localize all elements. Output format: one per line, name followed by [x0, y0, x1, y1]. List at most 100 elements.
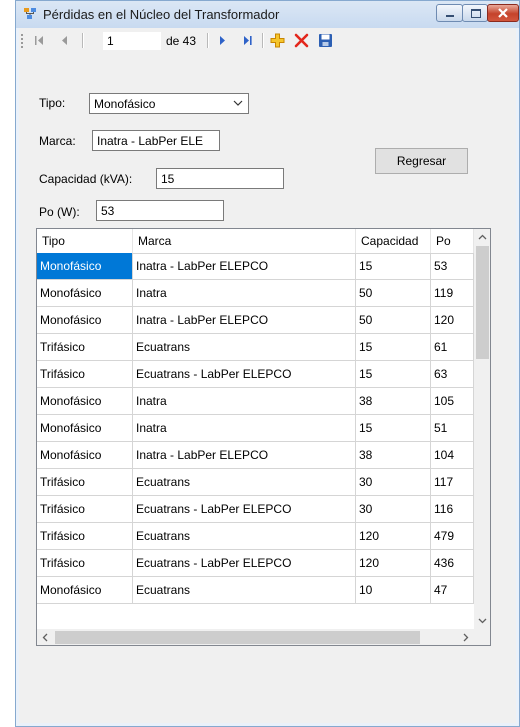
cell-tipo[interactable]: Trifásico [37, 361, 133, 387]
table-row[interactable]: Trifásico Ecuatrans - LabPer ELEPCO 30 116 [37, 496, 474, 523]
table-row[interactable]: Trifásico Ecuatrans - LabPer ELEPCO 15 63 [37, 361, 474, 388]
cell-po[interactable]: 63 [431, 361, 474, 387]
cell-marca[interactable]: Ecuatrans - LabPer ELEPCO [133, 496, 356, 522]
cell-po[interactable]: 479 [431, 523, 474, 549]
table-row[interactable]: Monofásico Inatra - LabPer ELEPCO 38 104 [37, 442, 474, 469]
cell-marca[interactable]: Ecuatrans - LabPer ELEPCO [133, 550, 356, 576]
cell-po[interactable]: 53 [431, 253, 474, 279]
table-row[interactable]: Trifásico Ecuatrans 30 117 [37, 469, 474, 496]
cell-marca[interactable]: Inatra [133, 388, 356, 414]
scroll-up-icon[interactable] [474, 229, 491, 246]
title-bar[interactable]: Pérdidas en el Núcleo del Transformador [16, 1, 519, 28]
cell-capacidad[interactable]: 30 [356, 469, 431, 495]
cell-po[interactable]: 104 [431, 442, 474, 468]
cell-marca[interactable]: Ecuatrans - LabPer ELEPCO [133, 361, 356, 387]
move-next-icon[interactable] [214, 32, 231, 49]
minimize-icon [446, 15, 454, 17]
cell-tipo[interactable]: Monofásico [37, 388, 133, 414]
move-last-icon[interactable] [239, 32, 256, 49]
cell-tipo[interactable]: Trifásico [37, 523, 133, 549]
cell-tipo[interactable]: Trifásico [37, 550, 133, 576]
marca-textbox[interactable]: Inatra - LabPer ELE [92, 130, 220, 151]
cell-po[interactable]: 61 [431, 334, 474, 360]
cell-marca[interactable]: Inatra [133, 415, 356, 441]
cell-capacidad[interactable]: 50 [356, 280, 431, 306]
cell-tipo[interactable]: Trifásico [37, 334, 133, 360]
cell-marca[interactable]: Ecuatrans [133, 523, 356, 549]
column-header-po[interactable]: Po [431, 229, 474, 253]
cell-tipo[interactable]: Trifásico [37, 469, 133, 495]
cell-tipo[interactable]: Trifásico [37, 496, 133, 522]
minimize-button[interactable] [436, 4, 463, 22]
cell-tipo[interactable]: Monofásico [37, 280, 133, 306]
cell-tipo[interactable]: Monofásico [37, 307, 133, 333]
po-textbox[interactable]: 53 [96, 200, 224, 221]
cell-marca[interactable]: Ecuatrans [133, 577, 356, 603]
cell-capacidad[interactable]: 10 [356, 577, 431, 603]
close-button[interactable] [487, 4, 519, 22]
move-previous-icon[interactable] [56, 32, 73, 49]
horizontal-scrollbar[interactable] [37, 629, 474, 646]
table-row[interactable]: Monofásico Inatra - LabPer ELEPCO 15 53 [37, 253, 474, 280]
cell-po[interactable]: 105 [431, 388, 474, 414]
horizontal-scroll-thumb[interactable] [55, 631, 420, 644]
cell-tipo[interactable]: Monofásico [37, 442, 133, 468]
tipo-combobox[interactable]: Monofásico [89, 93, 249, 114]
column-header-marca[interactable]: Marca [133, 229, 356, 253]
delete-icon[interactable] [293, 32, 310, 49]
add-new-icon[interactable] [269, 32, 286, 49]
cell-capacidad[interactable]: 120 [356, 523, 431, 549]
vertical-scroll-thumb[interactable] [476, 246, 489, 359]
column-header-capacidad[interactable]: Capacidad [356, 229, 431, 253]
scroll-left-icon[interactable] [37, 629, 54, 646]
table-row[interactable]: Monofásico Inatra 15 51 [37, 415, 474, 442]
vertical-scrollbar[interactable] [474, 229, 491, 629]
cell-marca[interactable]: Inatra [133, 280, 356, 306]
cell-po[interactable]: 120 [431, 307, 474, 333]
cell-po[interactable]: 119 [431, 280, 474, 306]
cell-capacidad[interactable]: 38 [356, 442, 431, 468]
maximize-button[interactable] [462, 4, 488, 22]
cell-po[interactable]: 117 [431, 469, 474, 495]
cell-tipo[interactable]: Monofásico [37, 415, 133, 441]
cell-po[interactable]: 116 [431, 496, 474, 522]
main-window: Pérdidas en el Núcleo del Transformador … [15, 0, 520, 727]
move-first-icon[interactable] [31, 32, 48, 49]
table-row[interactable]: Trifásico Ecuatrans 15 61 [37, 334, 474, 361]
table-row[interactable]: Trifásico Ecuatrans 120 479 [37, 523, 474, 550]
table-row[interactable]: Monofásico Inatra 50 119 [37, 280, 474, 307]
table-row[interactable]: Trifásico Ecuatrans - LabPer ELEPCO 120 436 [37, 550, 474, 577]
scroll-down-icon[interactable] [474, 612, 491, 629]
cell-capacidad[interactable]: 30 [356, 496, 431, 522]
capacidad-textbox[interactable]: 15 [156, 168, 284, 189]
cell-tipo[interactable]: Monofásico [37, 577, 133, 603]
grid-header: Tipo Marca Capacidad Po [37, 229, 474, 254]
toolbar-grip[interactable] [21, 34, 25, 48]
table-row[interactable]: Monofásico Inatra - LabPer ELEPCO 50 120 [37, 307, 474, 334]
table-row[interactable]: Monofásico Ecuatrans 10 47 [37, 577, 474, 604]
cell-marca[interactable]: Inatra - LabPer ELEPCO [133, 442, 356, 468]
cell-capacidad[interactable]: 15 [356, 361, 431, 387]
cell-capacidad[interactable]: 15 [356, 334, 431, 360]
cell-po[interactable]: 436 [431, 550, 474, 576]
cell-marca[interactable]: Inatra - LabPer ELEPCO [133, 253, 356, 279]
scroll-right-icon[interactable] [457, 629, 474, 646]
position-textbox[interactable] [103, 32, 161, 50]
table-row[interactable]: Monofásico Inatra 38 105 [37, 388, 474, 415]
column-header-tipo[interactable]: Tipo [37, 229, 133, 253]
cell-po[interactable]: 47 [431, 577, 474, 603]
cell-capacidad[interactable]: 15 [356, 415, 431, 441]
cell-capacidad[interactable]: 120 [356, 550, 431, 576]
cell-capacidad[interactable]: 38 [356, 388, 431, 414]
cell-marca[interactable]: Ecuatrans [133, 334, 356, 360]
cell-capacidad[interactable]: 15 [356, 253, 431, 279]
save-icon[interactable] [317, 32, 334, 49]
regresar-button[interactable]: Regresar [375, 148, 468, 174]
cell-capacidad[interactable]: 50 [356, 307, 431, 333]
data-grid[interactable]: Tipo Marca Capacidad Po Monofásico Inatra… [36, 228, 491, 646]
cell-marca[interactable]: Inatra - LabPer ELEPCO [133, 307, 356, 333]
cell-marca[interactable]: Ecuatrans [133, 469, 356, 495]
count-label: de 43 [166, 34, 197, 48]
cell-po[interactable]: 51 [431, 415, 474, 441]
cell-tipo[interactable]: Monofásico [37, 253, 133, 279]
